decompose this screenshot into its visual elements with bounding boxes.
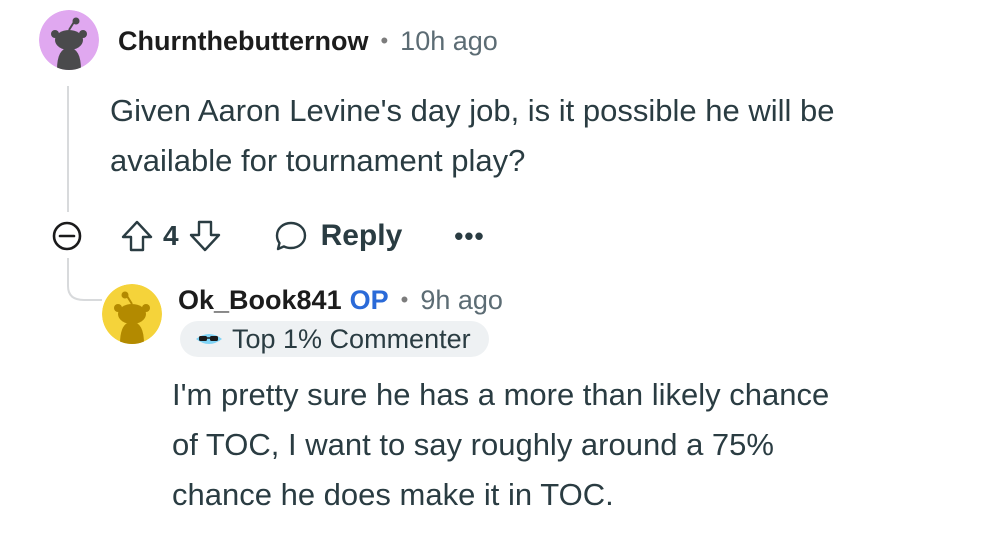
- comment-header: Churnthebutternow • 10h ago: [118, 24, 498, 58]
- sunglasses-icon: [194, 327, 224, 351]
- username[interactable]: Churnthebutternow: [118, 26, 368, 57]
- commenter-badge: Top 1% Commenter: [180, 321, 489, 357]
- comment-line: of TOC, I want to say roughly around a 7…: [172, 427, 774, 462]
- comment-body: I'm pretty sure he has a more than likel…: [172, 370, 829, 520]
- op-label: OP: [349, 284, 389, 315]
- separator-dot: •: [400, 287, 409, 312]
- timestamp[interactable]: 10h ago: [400, 26, 498, 57]
- thread-connector: [67, 280, 102, 301]
- badge-label: Top 1% Commenter: [232, 323, 471, 354]
- separator-dot: •: [380, 28, 389, 53]
- timestamp[interactable]: 9h ago: [420, 285, 503, 316]
- comment-actions: 4 Reply •••: [51, 214, 485, 258]
- comment-body: Given Aaron Levine's day job, is it poss…: [110, 86, 835, 186]
- comment-line: chance he does make it in TOC.: [172, 477, 614, 512]
- comment-line: available for tournament play?: [110, 143, 526, 178]
- username[interactable]: Ok_Book841: [178, 285, 342, 316]
- reply-label: Reply: [320, 219, 403, 252]
- avatar[interactable]: [39, 10, 99, 70]
- upvote-arrow-icon[interactable]: [119, 218, 155, 254]
- collapse-minus-icon[interactable]: [51, 220, 83, 252]
- thread-line: [67, 86, 69, 212]
- downvote-arrow-icon[interactable]: [187, 218, 223, 254]
- comment-header: Ok_Book841 OP • 9h ago: [178, 283, 503, 317]
- speech-bubble-icon: [273, 218, 309, 254]
- avatar[interactable]: [102, 284, 162, 344]
- vote-score: 4: [163, 220, 179, 251]
- reply-button[interactable]: Reply: [273, 218, 403, 254]
- comment-line: Given Aaron Levine's day job, is it poss…: [110, 93, 835, 128]
- more-options-button[interactable]: •••: [454, 223, 484, 249]
- comment-line: I'm pretty sure he has a more than likel…: [172, 377, 830, 412]
